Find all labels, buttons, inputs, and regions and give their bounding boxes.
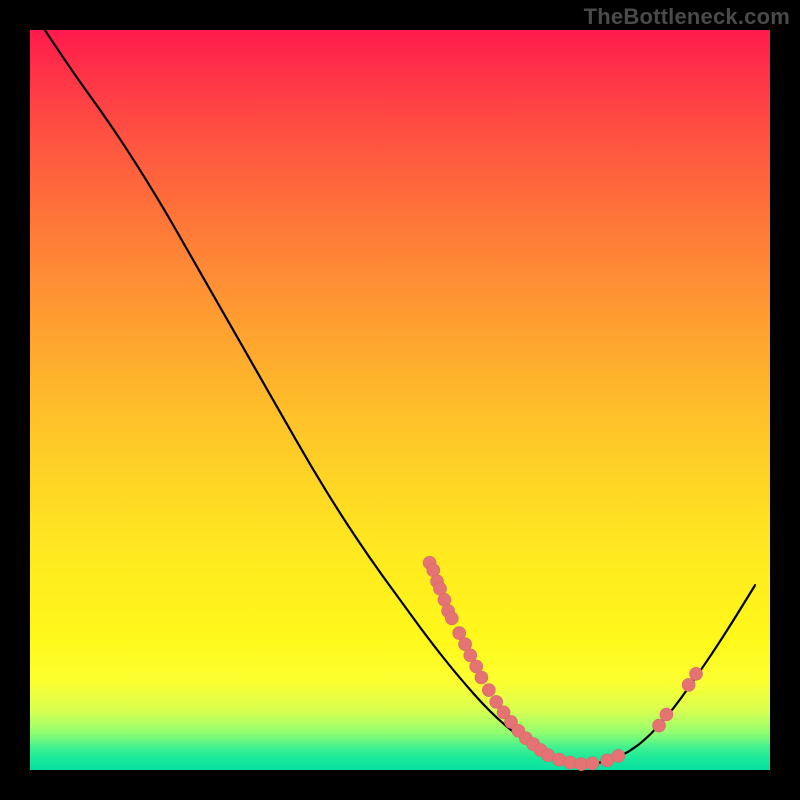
chart-svg [30, 30, 770, 770]
data-point [660, 708, 673, 721]
data-point [482, 684, 495, 697]
bottleneck-curve [45, 30, 755, 763]
data-point [653, 719, 666, 732]
data-point [475, 671, 488, 684]
data-point [586, 757, 599, 770]
bottleneck-points [423, 556, 702, 770]
data-point [445, 612, 458, 625]
data-point [690, 667, 703, 680]
data-point [612, 749, 625, 762]
watermark-text: TheBottleneck.com [584, 4, 790, 30]
data-point [682, 678, 695, 691]
